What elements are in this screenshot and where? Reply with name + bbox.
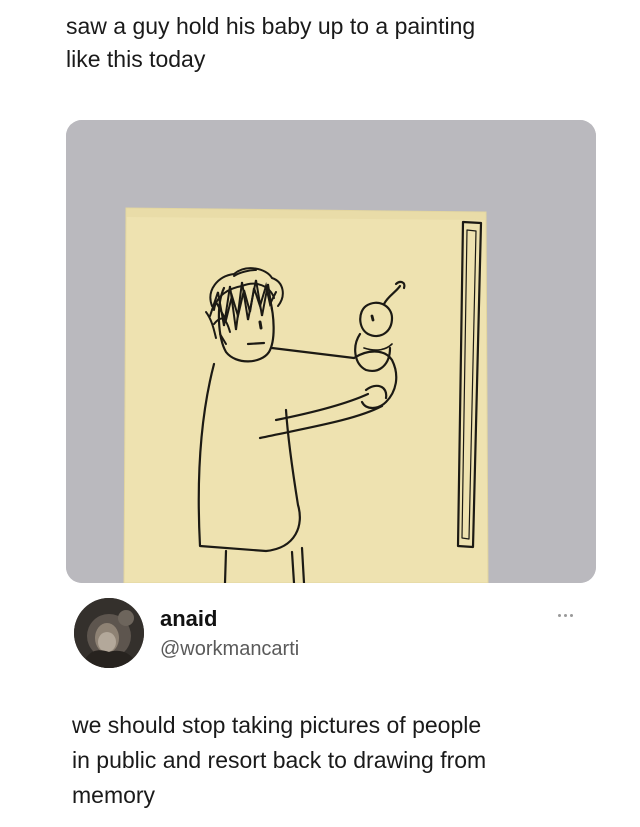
post-image[interactable] [66, 120, 596, 583]
user-handle[interactable]: @workmancarti [160, 638, 299, 661]
tweet-text: we should stop taking pictures of people… [72, 708, 602, 813]
tweet-text-line: we should stop taking pictures of people [72, 712, 482, 738]
sticky-note-drawing [66, 120, 596, 583]
avatar[interactable] [74, 598, 144, 668]
meme-post: saw a guy hold his baby up to a painting… [0, 0, 640, 827]
caption-line: like this today [66, 46, 206, 72]
profile-photo [74, 598, 144, 668]
tweet-text-line: in public and resort back to drawing fro… [72, 747, 487, 773]
display-name[interactable]: anaid [160, 606, 217, 632]
more-horizontal-icon[interactable] [558, 610, 582, 620]
post-caption: saw a guy hold his baby up to a painting… [66, 10, 606, 76]
tweet-text-line: memory [72, 782, 156, 808]
caption-line: saw a guy hold his baby up to a painting [66, 13, 476, 39]
